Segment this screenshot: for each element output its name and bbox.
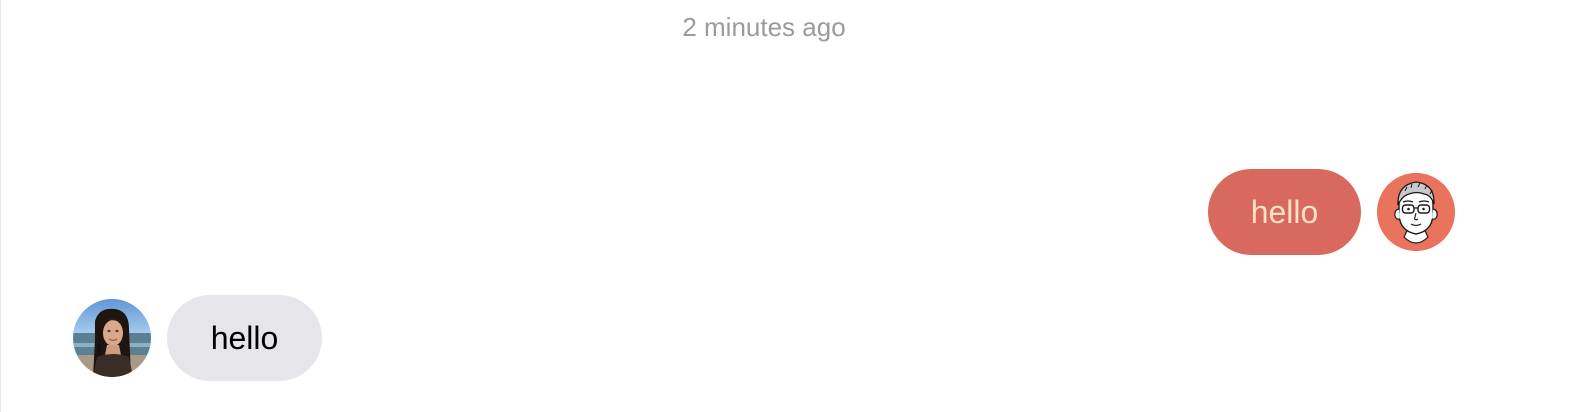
panel-left-border xyxy=(0,0,1,412)
profile-photo-icon[interactable] xyxy=(73,299,151,377)
cartoon-face-glasses-icon[interactable] xyxy=(1377,173,1455,251)
incoming-message-bubble[interactable]: hello xyxy=(167,295,322,381)
outgoing-message-bubble[interactable]: hello xyxy=(1208,169,1361,255)
message-timestamp: 2 minutes ago xyxy=(682,12,846,42)
